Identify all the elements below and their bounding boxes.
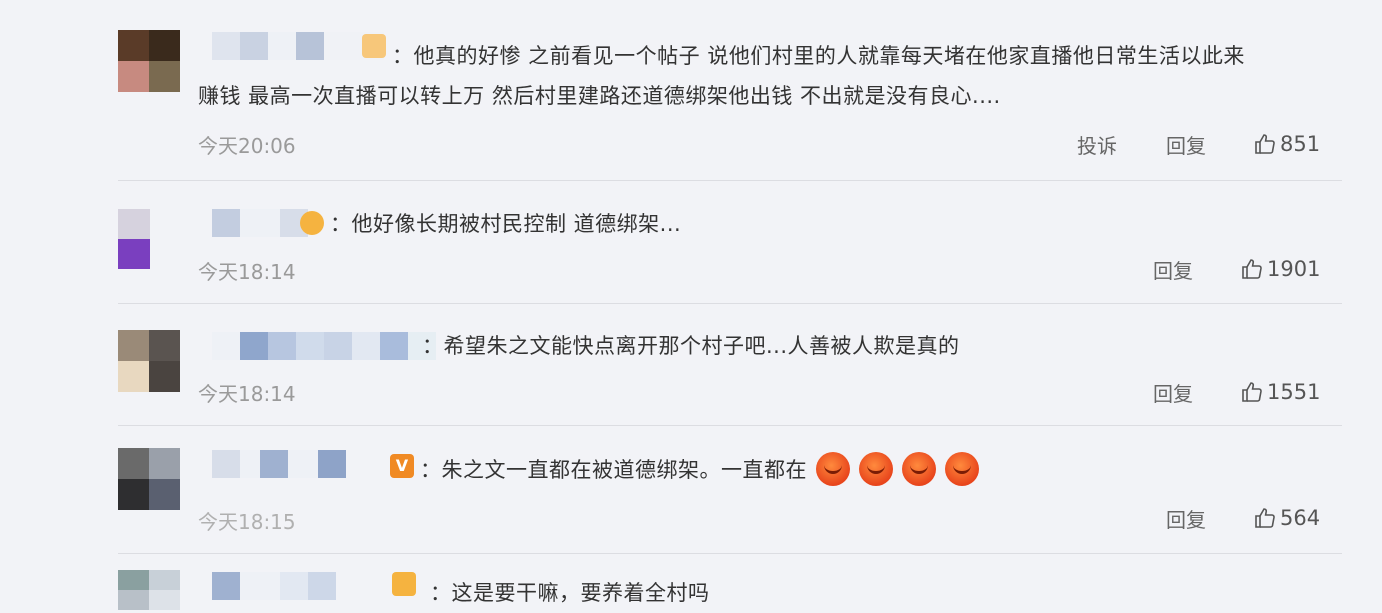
reply-button[interactable]: 回复 <box>1166 504 1206 533</box>
comment-text-line: ：他真的好惨 之前看见一个帖子 说他们村里的人就靠每天堵在他家直播他日常生活以此… <box>392 44 1245 68</box>
username-blurred[interactable] <box>212 572 336 600</box>
reply-button[interactable]: 回复 <box>1153 378 1193 407</box>
comment-text: ：他真的好惨 之前看见一个帖子 说他们村里的人就靠每天堵在他家直播他日常生活以此… <box>198 36 1245 116</box>
username-blurred[interactable] <box>212 32 384 60</box>
comment-item: ：希望朱之文能快点离开那个村子吧...人善被人欺是真的 今天18:14 回复 1… <box>0 304 1382 424</box>
avatar[interactable] <box>118 570 180 610</box>
member-badge-icon <box>300 211 324 235</box>
comment-text: ：这是要干嘛，要养着全村吗 <box>430 581 710 605</box>
comment-text: ：他好像长期被村民控制 道德绑架... <box>330 212 682 236</box>
thumbs-up-icon <box>1242 382 1262 402</box>
reply-button[interactable]: 回复 <box>1153 255 1193 284</box>
avatar[interactable] <box>118 209 150 269</box>
avatar[interactable] <box>118 448 180 510</box>
comment-text-body: ：朱之文一直都在被道德绑架。一直都在 <box>420 458 807 482</box>
report-button[interactable]: 投诉 <box>1077 130 1117 159</box>
verified-badge-icon: V <box>390 454 414 478</box>
angry-emoji-icon <box>816 452 850 486</box>
reply-button[interactable]: 回复 <box>1166 130 1206 159</box>
comment-time: 今天20:06 <box>198 134 296 158</box>
comment-time: 今天18:14 <box>198 382 296 406</box>
comment-item: V ：朱之文一直都在被道德绑架。一直都在 今天18:15 回复 564 <box>0 426 1382 552</box>
comment-text-line: 赚钱 最高一次直播可以转上万 然后村里建路还道德绑架他出钱 不出就是没有良心..… <box>198 84 1001 108</box>
comment-text: ：希望朱之文能快点离开那个村子吧...人善被人欺是真的 <box>422 334 960 358</box>
comment-text: ：朱之文一直都在被道德绑架。一直都在 <box>420 450 979 490</box>
like-button[interactable]: 1901 <box>1240 257 1320 281</box>
like-button[interactable]: 1551 <box>1240 380 1320 404</box>
username-blurred[interactable] <box>212 450 346 478</box>
avatar[interactable] <box>118 30 180 92</box>
thumbs-up-icon <box>1255 134 1275 154</box>
like-count: 851 <box>1280 132 1321 156</box>
username-blurred[interactable] <box>212 332 436 360</box>
angry-emoji-icon <box>902 452 936 486</box>
like-button[interactable]: 564 <box>1253 506 1320 530</box>
username-blurred[interactable] <box>212 209 308 237</box>
like-count: 1551 <box>1267 380 1321 404</box>
like-count: 1901 <box>1267 257 1321 281</box>
angry-emoji-icon <box>945 452 979 486</box>
thumbs-up-icon <box>1242 259 1262 279</box>
member-badge-icon <box>362 34 386 58</box>
comment-item: ：他真的好惨 之前看见一个帖子 说他们村里的人就靠每天堵在他家直播他日常生活以此… <box>0 0 1382 175</box>
like-count: 564 <box>1280 506 1321 530</box>
comment-item: ：他好像长期被村民控制 道德绑架... 今天18:14 回复 1901 <box>0 181 1382 303</box>
avatar[interactable] <box>118 330 180 392</box>
like-button[interactable]: 851 <box>1253 132 1320 156</box>
angry-emoji-icon <box>859 452 893 486</box>
comment-item: ：这是要干嘛，要养着全村吗 <box>0 554 1382 610</box>
comment-time: 今天18:14 <box>198 260 296 284</box>
comment-time: 今天18:15 <box>198 510 296 534</box>
member-badge-icon <box>392 572 416 596</box>
thumbs-up-icon <box>1255 508 1275 528</box>
